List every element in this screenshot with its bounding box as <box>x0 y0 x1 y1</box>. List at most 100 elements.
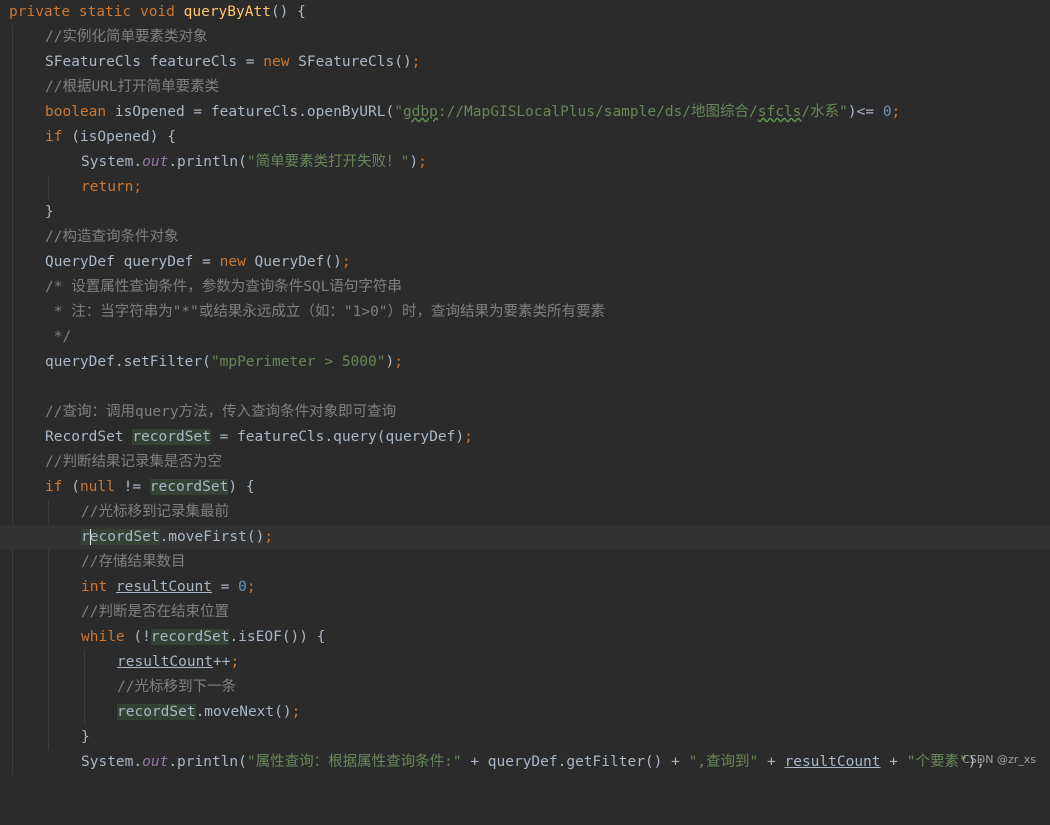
keyword: new <box>219 254 246 270</box>
code-line-26[interactable]: while (!recordSet.isEOF()) { <box>0 625 1050 650</box>
code-editor[interactable]: private static void queryByAtt() { //实例化… <box>0 0 1050 776</box>
string-literal: "个要素" <box>906 754 968 770</box>
comment: //光标移到下一条 <box>117 679 236 695</box>
code-text: = featureCls.query(queryDef) <box>210 429 465 445</box>
static-field: out <box>142 154 169 170</box>
variable-usage: ecordSet <box>89 529 160 545</box>
code-text: .isEOF()) { <box>229 629 326 645</box>
code-text: () { <box>270 4 306 20</box>
variable-usage: r <box>81 529 90 545</box>
comment: */ <box>45 329 72 345</box>
string-literal: "mpPerimeter > 5000" <box>210 354 386 370</box>
code-line-3[interactable]: SFeatureCls featureCls = new SFeatureCls… <box>0 50 1050 75</box>
keyword: new <box>263 54 290 70</box>
semicolon: ; <box>341 254 351 270</box>
code-text: } <box>45 204 54 220</box>
semicolon: ; <box>411 54 421 70</box>
semicolon: ; <box>418 154 427 170</box>
semicolon: ; <box>891 104 901 120</box>
code-text: System. <box>81 154 143 170</box>
code-text: QueryDef() <box>245 254 342 270</box>
keyword: static <box>78 4 132 20</box>
code-text: )<= <box>847 104 883 120</box>
reassigned-variable: resultCount <box>115 579 212 595</box>
code-text: System. <box>81 754 143 770</box>
code-text: SFeatureCls() <box>289 54 412 70</box>
comment: /* 设置属性查询条件，参数为查询条件SQL语句字符串 <box>45 279 402 295</box>
code-line-29[interactable]: recordSet.moveNext(); <box>0 700 1050 725</box>
string-literal: /水系" <box>801 104 848 120</box>
code-text: (! <box>124 629 151 645</box>
code-line-6[interactable]: if (isOpened) { <box>0 125 1050 150</box>
code-line-20[interactable]: if (null != recordSet) { <box>0 475 1050 500</box>
keyword: if <box>45 479 63 495</box>
method-name: queryByAtt <box>183 4 271 20</box>
code-line-18[interactable]: RecordSet recordSet = featureCls.query(q… <box>0 425 1050 450</box>
code-line-4[interactable]: //根据URL打开简单要素类 <box>0 75 1050 100</box>
code-text: .println( <box>168 754 247 770</box>
code-line-7[interactable]: System.out.println("简单要素类打开失败！"); <box>0 150 1050 175</box>
comment: //判断结果记录集是否为空 <box>45 454 222 470</box>
comment: //查询：调用query方法，传入查询条件对象即可查询 <box>45 404 397 420</box>
code-text: + queryDef.getFilter() + <box>461 754 689 770</box>
code-text: ( <box>62 479 80 495</box>
reassigned-variable: resultCount <box>784 754 881 770</box>
string-literal: " <box>394 104 403 120</box>
keyword: int <box>81 579 108 595</box>
string-literal: gdbp <box>402 104 438 120</box>
code-line-27[interactable]: resultCount++; <box>0 650 1050 675</box>
keyword: null <box>79 479 115 495</box>
number-literal: 0 <box>882 104 892 120</box>
code-line-13[interactable]: * 注：当字符串为"*"或结果永远成立（如："1>0"）时，查询结果为要素类所有… <box>0 300 1050 325</box>
code-text: QueryDef queryDef = <box>45 254 220 270</box>
code-text: ) <box>409 154 419 170</box>
comment: //光标移到记录集最前 <box>81 504 229 520</box>
code-line-24[interactable]: int resultCount = 0; <box>0 575 1050 600</box>
code-line-8[interactable]: return; <box>0 175 1050 200</box>
code-line-31[interactable]: System.out.println("属性查询：根据属性查询条件:" + qu… <box>0 750 1050 775</box>
code-line-22-current[interactable]: recordSet.moveFirst(); <box>0 525 1050 550</box>
code-line-1[interactable]: private static void queryByAtt() { <box>0 0 1050 25</box>
code-line-25[interactable]: //判断是否在结束位置 <box>0 600 1050 625</box>
code-line-17[interactable]: //查询：调用query方法，传入查询条件对象即可查询 <box>0 400 1050 425</box>
code-line-21[interactable]: //光标移到记录集最前 <box>0 500 1050 525</box>
keyword: return <box>81 179 134 195</box>
code-text: = <box>211 579 239 595</box>
code-text: } <box>81 729 90 745</box>
code-line-2[interactable]: //实例化简单要素类对象 <box>0 25 1050 50</box>
code-line-23[interactable]: //存储结果数目 <box>0 550 1050 575</box>
code-text: .moveNext() <box>195 704 292 720</box>
code-line-9[interactable]: } <box>0 200 1050 225</box>
code-text: + <box>758 754 785 770</box>
semicolon: ; <box>464 429 473 445</box>
keyword: while <box>81 629 125 645</box>
watermark: CSDN @zr_xs <box>962 753 1036 766</box>
semicolon: ; <box>230 654 240 670</box>
variable-usage: recordSet <box>150 629 230 645</box>
code-line-15[interactable]: queryDef.setFilter("mpPerimeter > 5000")… <box>0 350 1050 375</box>
variable-usage: recordSet <box>117 704 196 720</box>
code-line-11[interactable]: QueryDef queryDef = new QueryDef(); <box>0 250 1050 275</box>
code-text: ) { <box>228 479 255 495</box>
code-text: RecordSet <box>45 429 133 445</box>
string-literal: ://MapGISLocalPlus/sample/ds/地图综合/ <box>437 104 758 120</box>
code-text: .println( <box>168 154 247 170</box>
code-line-28[interactable]: //光标移到下一条 <box>0 675 1050 700</box>
number-literal: 0 <box>238 579 247 595</box>
code-text: (isOpened) { <box>62 129 176 145</box>
comment: //判断是否在结束位置 <box>81 604 229 620</box>
keyword: void <box>139 4 175 20</box>
keyword: private <box>9 4 71 20</box>
code-line-5[interactable]: boolean isOpened = featureCls.openByURL(… <box>0 100 1050 125</box>
comment: //构造查询条件对象 <box>45 229 179 245</box>
code-line-14[interactable]: */ <box>0 325 1050 350</box>
code-line-30[interactable]: } <box>0 725 1050 750</box>
code-line-12[interactable]: /* 设置属性查询条件，参数为查询条件SQL语句字符串 <box>0 275 1050 300</box>
code-line-19[interactable]: //判断结果记录集是否为空 <box>0 450 1050 475</box>
code-text: != <box>114 479 150 495</box>
reassigned-variable: resultCount <box>117 654 214 670</box>
code-line-10[interactable]: //构造查询条件对象 <box>0 225 1050 250</box>
keyword: if <box>45 129 63 145</box>
string-literal: ",查询到" <box>688 754 759 770</box>
